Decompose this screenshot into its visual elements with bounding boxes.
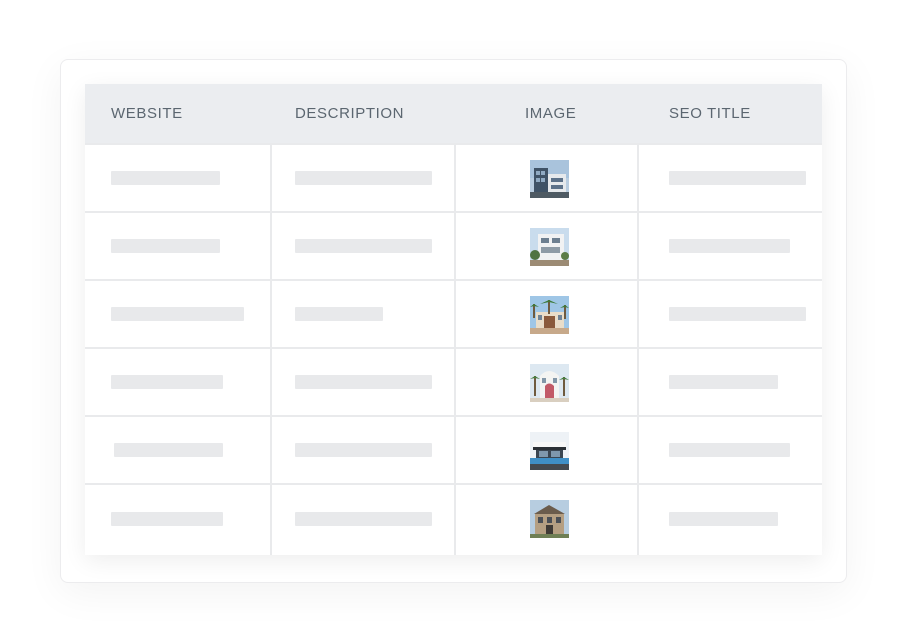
column-header-description[interactable]: DESCRIPTION (295, 105, 404, 123)
website-placeholder (111, 375, 223, 389)
description-placeholder (295, 375, 432, 389)
pool-villa-thumbnail[interactable] (530, 432, 569, 470)
table-row[interactable] (85, 347, 822, 415)
website-placeholder (111, 307, 244, 321)
table-row[interactable] (85, 143, 822, 211)
palm-tree-mansion-thumbnail[interactable] (530, 296, 569, 334)
table-row[interactable] (85, 211, 822, 279)
seo-title-placeholder (669, 375, 778, 389)
white-arched-house-thumbnail[interactable] (530, 364, 569, 402)
column-header-image[interactable]: IMAGE (525, 105, 576, 123)
column-header-seo-title[interactable]: SEO TITLE (669, 105, 751, 123)
table-row[interactable] (85, 483, 822, 555)
website-placeholder (111, 171, 220, 185)
classic-stone-house-thumbnail[interactable] (530, 500, 569, 538)
white-modern-villa-thumbnail[interactable] (530, 228, 569, 266)
seo-title-placeholder (669, 307, 806, 321)
seo-title-placeholder (669, 171, 806, 185)
table-row[interactable] (85, 279, 822, 347)
seo-title-placeholder (669, 443, 790, 457)
column-header-website[interactable]: WEBSITE (111, 105, 183, 123)
seo-title-placeholder (669, 239, 790, 253)
description-placeholder (295, 239, 432, 253)
description-placeholder (295, 443, 432, 457)
description-placeholder (295, 512, 432, 526)
table-row[interactable] (85, 415, 822, 483)
data-table: WEBSITE DESCRIPTION IMAGE SEO TITLE (85, 84, 822, 555)
modern-tower-house-thumbnail[interactable] (530, 160, 569, 198)
website-placeholder (114, 443, 223, 457)
website-placeholder (111, 512, 223, 526)
seo-title-placeholder (669, 512, 778, 526)
table-header: WEBSITE DESCRIPTION IMAGE SEO TITLE (85, 84, 822, 143)
description-placeholder (295, 171, 432, 185)
description-placeholder (295, 307, 383, 321)
website-placeholder (111, 239, 220, 253)
